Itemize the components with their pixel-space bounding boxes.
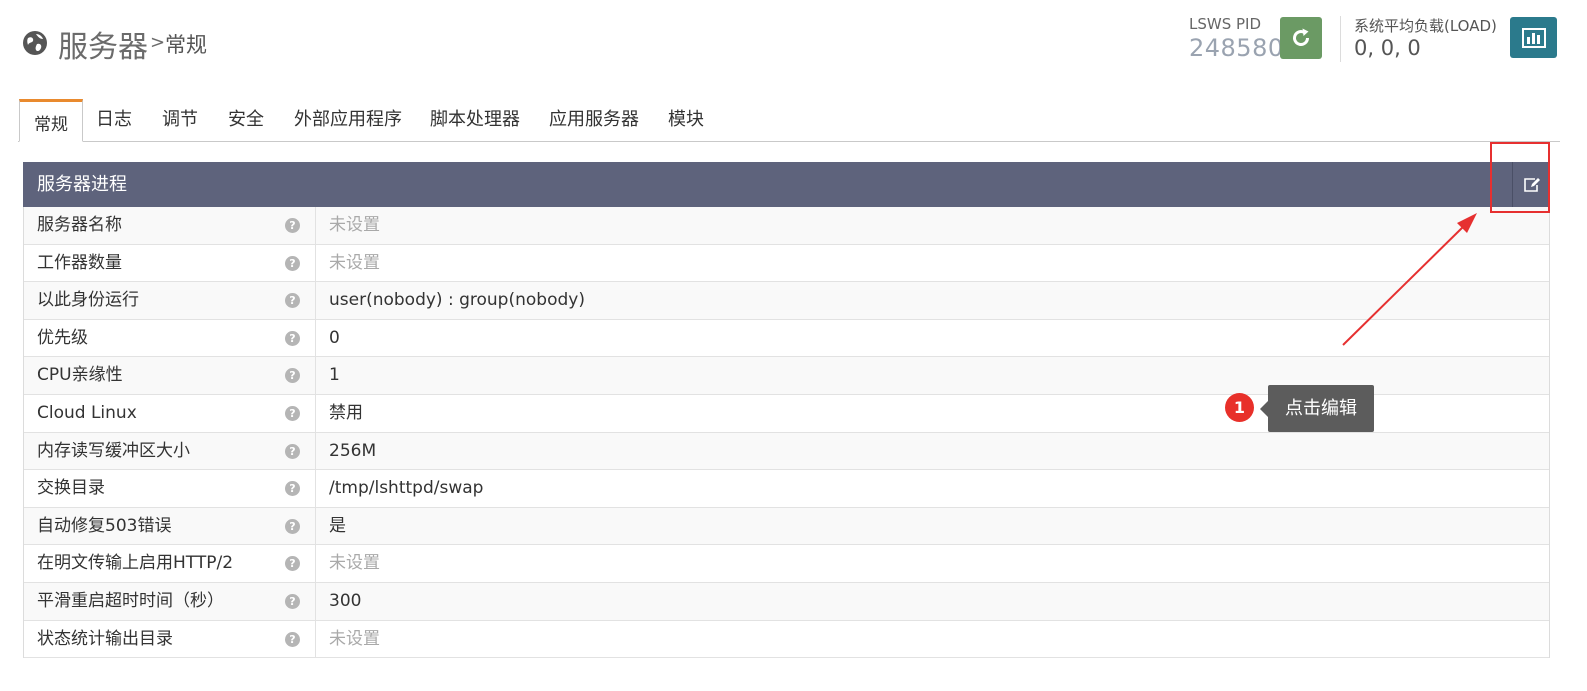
tooltip: 点击编辑	[1260, 385, 1374, 432]
step-badge: 1	[1225, 393, 1254, 422]
annotation-arrow	[1342, 213, 1477, 346]
